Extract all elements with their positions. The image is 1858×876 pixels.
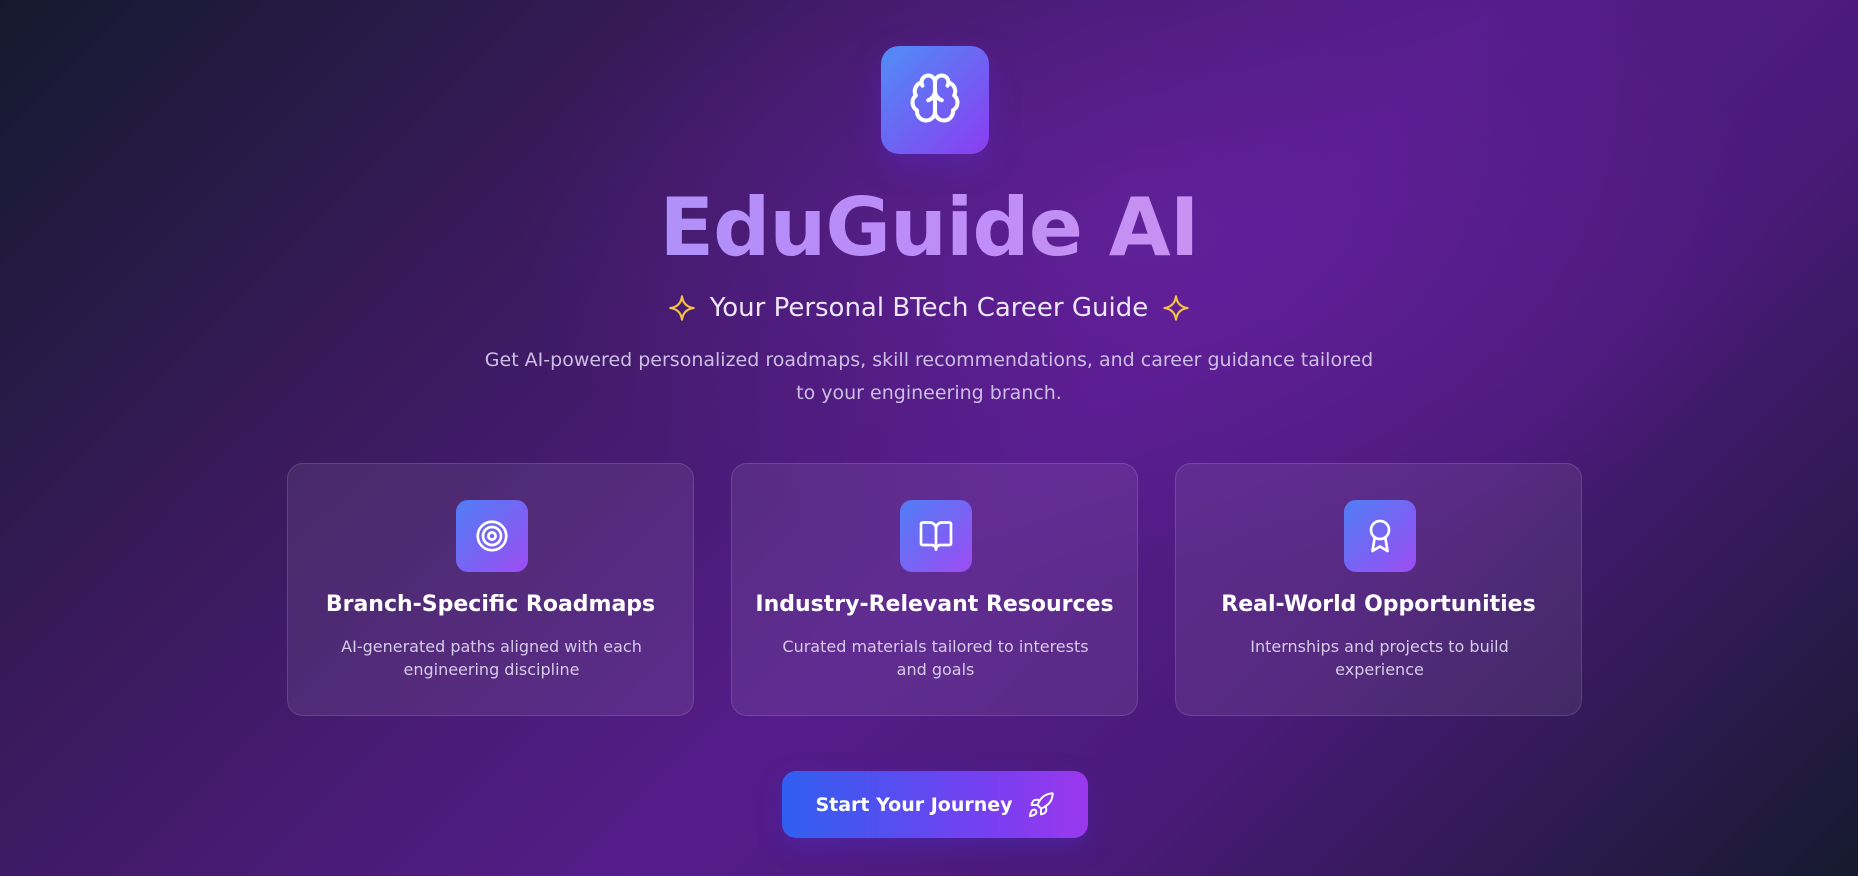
hero-section: EduGuide AI Your Personal BTech Career G… [0,0,1858,876]
feature-card-text: Internships and projects to build experi… [1250,637,1509,679]
logo-tile [881,46,989,154]
feature-card-text: Curated materials tailored to interests … [782,637,1089,679]
app-title: EduGuide AI [0,178,1858,278]
feature-card-opportunities: Real-World Opportunities Internships and… [1175,463,1582,716]
tagline-row: Your Personal BTech Career Guide [0,288,1858,328]
award-icon [1344,500,1416,572]
tagline: Your Personal BTech Career Guide [709,293,1149,323]
feature-card-roadmaps: Branch-Specific Roadmaps AI-generated pa… [287,463,694,716]
feature-card-resources: Industry-Relevant Resources Curated mate… [731,463,1138,716]
feature-card-text: AI-generated paths aligned with each eng… [341,637,642,679]
hero-description: Get AI-powered personalized roadmaps, sk… [484,349,1374,404]
feature-card-title: Real-World Opportunities [1221,592,1536,617]
start-journey-label: Start Your Journey [815,793,1013,816]
sparkle-icon [668,294,696,322]
brain-icon [908,71,962,129]
target-icon [456,500,528,572]
feature-card-title: Industry-Relevant Resources [755,592,1114,617]
rocket-icon [1027,791,1055,819]
sparkle-icon [1162,294,1190,322]
start-journey-button[interactable]: Start Your Journey [782,771,1088,838]
feature-card-title: Branch-Specific Roadmaps [325,592,656,617]
book-open-icon [900,500,972,572]
